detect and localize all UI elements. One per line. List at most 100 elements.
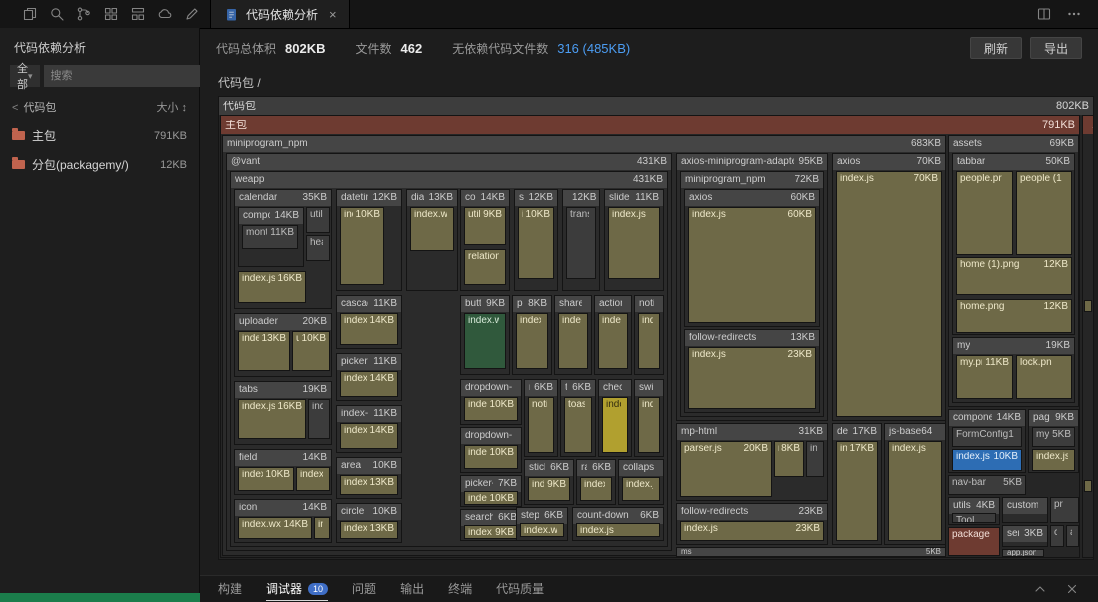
filter-dropdown[interactable]: 全部 ▾ (10, 65, 40, 87)
treemap-node[interactable] (1084, 300, 1092, 312)
treemap-node[interactable]: co (1050, 525, 1064, 547)
treemap-node[interactable]: nav-bar5KB (948, 475, 1026, 495)
treemap-node[interactable]: index.js (580, 477, 612, 501)
treemap-node[interactable]: index.js10KB (952, 449, 1022, 471)
treemap-node[interactable]: home (1).png12KB (956, 257, 1072, 295)
apps-icon[interactable] (130, 6, 146, 22)
panel-tab-code-quality[interactable]: 代码质量 (496, 577, 544, 601)
treemap-node[interactable]: index.wxss (296, 467, 330, 491)
panel-tab-problems[interactable]: 问题 (352, 577, 376, 601)
panel-tab-debugger[interactable]: 调试器10 (266, 577, 328, 601)
treemap-node[interactable]: people.pr (956, 171, 1013, 255)
treemap-node[interactable]: service3KB (1002, 525, 1048, 547)
sort-by-size[interactable]: 大小 ↕ (156, 99, 187, 115)
treemap-node[interactable]: home.png12KB (956, 299, 1072, 333)
treemap-node[interactable]: index.js (576, 523, 660, 537)
treemap-node[interactable]: index (806, 441, 824, 477)
search-input[interactable] (44, 65, 200, 87)
treemap-node[interactable]: index.js13KB (340, 521, 398, 539)
treemap-node[interactable]: my.png11KB (956, 355, 1013, 399)
source-control-icon[interactable] (76, 6, 92, 22)
treemap-node[interactable]: month11KB (242, 225, 298, 249)
search-icon[interactable] (49, 6, 65, 22)
treemap-node[interactable]: index.js (888, 441, 942, 541)
treemap-node[interactable]: index.js (558, 313, 588, 369)
treemap-node[interactable]: index.js23KB (688, 347, 816, 409)
treemap-node[interactable]: index.js60KB (688, 207, 816, 323)
treemap-node[interactable]: index.js9KB (464, 525, 518, 539)
treemap-node[interactable]: index.wxml (410, 207, 454, 251)
panel-tab-output[interactable]: 输出 (400, 577, 424, 601)
treemap-node[interactable]: index.js70KB (836, 171, 942, 417)
treemap-node[interactable]: lock.pn (1016, 355, 1072, 399)
treemap-node[interactable]: index.js9KB (528, 477, 570, 501)
treemap-node[interactable]: index.js (1032, 449, 1075, 471)
treemap-node[interactable]: index (314, 517, 330, 539)
treemap-node[interactable]: index (638, 397, 660, 453)
treemap-node[interactable]: index.js10KB (464, 445, 518, 469)
treemap-node[interactable]: transition (566, 207, 596, 279)
treemap-node[interactable]: relation.js (464, 249, 506, 285)
treemap-node[interactable]: index.wxss (520, 523, 564, 537)
treemap-node[interactable]: app.json (1002, 549, 1044, 557)
treemap-node[interactable]: package (948, 527, 1000, 556)
treemap-node[interactable]: Tool (952, 513, 996, 523)
sidebar-item[interactable]: 分包(packagemy/)12KB (0, 150, 199, 179)
treemap-node[interactable]: hea (306, 235, 330, 261)
treemap-node[interactable]: index.js13KB (238, 331, 290, 371)
treemap-node[interactable]: index.js23KB (680, 521, 824, 541)
tab-code-dependency-analysis[interactable]: 代码依赖分析 × (210, 0, 350, 28)
treemap-node[interactable]: index.wxss (464, 313, 506, 369)
panel-tab-build[interactable]: 构建 (218, 577, 242, 601)
treemap-node[interactable]: people (1 (1016, 171, 1072, 255)
treemap-node[interactable]: toast (564, 397, 592, 453)
treemap-node[interactable]: node8KB (774, 441, 804, 477)
treemap-node[interactable]: index (308, 399, 330, 439)
treemap-node[interactable]: index.js10KB (238, 467, 294, 491)
export-button[interactable]: 导出 (1030, 37, 1082, 59)
treemap-node[interactable]: parser.js20KB (680, 441, 772, 497)
treemap-node[interactable]: utils.js9KB (464, 207, 506, 245)
edit-icon[interactable] (184, 6, 200, 22)
treemap-node[interactable]: custom-tab-bar (1002, 497, 1048, 523)
panel-expand-icon[interactable] (1032, 581, 1048, 597)
treemap-node[interactable]: my5KB (1032, 427, 1075, 447)
refresh-button[interactable]: 刷新 (970, 37, 1022, 59)
treemap-node[interactable]: notify (528, 397, 554, 453)
treemap-node[interactable]: index.js (622, 477, 660, 501)
treemap-node[interactable]: index.js16KB (238, 399, 306, 439)
treemap-node[interactable]: index.js14KB (340, 371, 398, 397)
treemap-node[interactable]: index.js (516, 313, 548, 369)
treemap-node[interactable]: index.wxss14KB (238, 517, 312, 539)
breadcrumb[interactable]: 代码包 / (218, 74, 261, 91)
treemap-node[interactable]: index.js10KB (340, 207, 384, 285)
treemap-node[interactable]: index.js16KB (238, 271, 306, 303)
treemap-node[interactable]: index.js (608, 207, 660, 279)
files-icon[interactable] (22, 6, 38, 22)
tab-close-icon[interactable]: × (329, 7, 337, 22)
treemap-node[interactable]: index.js10KB (518, 207, 554, 279)
panel-close-icon[interactable] (1064, 581, 1080, 597)
treemap-node[interactable]: index (602, 397, 628, 453)
treemap-node[interactable]: index.js (598, 313, 628, 369)
treemap-node[interactable]: index.js17KB (836, 441, 878, 541)
grid-icon[interactable] (103, 6, 119, 22)
treemap-node[interactable]: utils.js (306, 207, 330, 233)
treemap-node[interactable]: FormConfig1 (952, 427, 1022, 447)
package-list-header[interactable]: <代码包 (12, 99, 56, 115)
treemap-node[interactable]: ap (1066, 525, 1079, 547)
treemap-node[interactable]: index.js14KB (340, 313, 398, 345)
split-editor-icon[interactable] (1036, 6, 1052, 22)
treemap-node[interactable]: index.js13KB (340, 475, 398, 495)
panel-tab-terminal[interactable]: 终端 (448, 577, 472, 601)
treemap-node[interactable]: index.js (638, 313, 660, 369)
more-actions-icon[interactable] (1066, 6, 1082, 22)
treemap-node[interactable]: index.js10KB (464, 397, 518, 421)
treemap-node[interactable] (1084, 480, 1092, 492)
treemap-node[interactable]: ms5KB (676, 547, 946, 557)
treemap-node[interactable]: pr (1050, 497, 1079, 523)
treemap-node[interactable]: utils.js10KB (292, 331, 330, 371)
treemap-node[interactable]: index.js10KB (464, 491, 518, 505)
cloud-icon[interactable] (157, 6, 173, 22)
sidebar-item[interactable]: 主包791KB (0, 121, 199, 150)
